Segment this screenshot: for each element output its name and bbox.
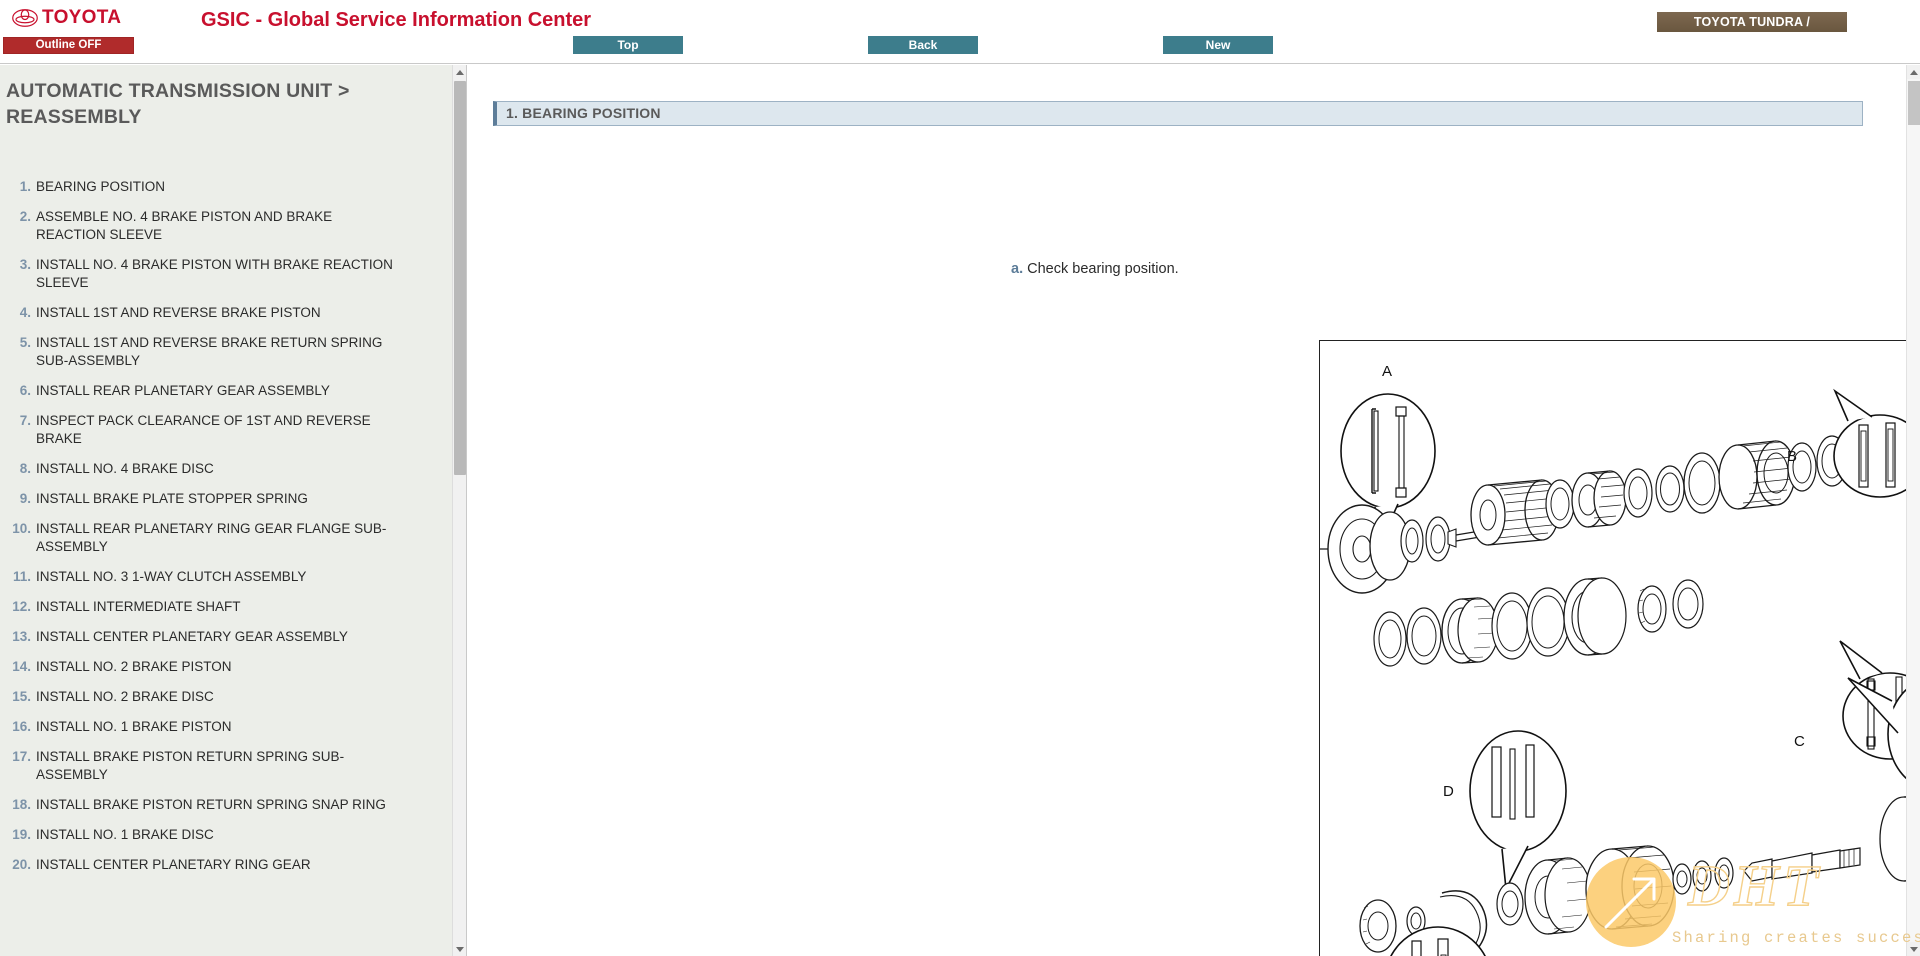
toc-item-number: 6. [19, 383, 31, 398]
toc-item-label: INSTALL NO. 3 1-WAY CLUTCH ASSEMBLY [36, 569, 307, 584]
toc-item-number: 18. [12, 797, 31, 812]
step-text: Check bearing position. [1027, 261, 1179, 277]
toc-item[interactable]: 20. INSTALL CENTER PLANETARY RING GEAR [0, 856, 455, 874]
main-scroll-up-icon[interactable] [1907, 65, 1920, 79]
procedure-step-list: 1. BEARING POSITION 2. ASSEMBLE NO. 4 BRAKE… [0, 178, 455, 886]
toc-item-label: INSTALL BRAKE PISTON RETURN SPRING SNAP … [36, 797, 386, 812]
sidebar-scroll-up-icon[interactable] [453, 65, 466, 79]
page-title: GSIC - Global Service Information Center [201, 9, 592, 31]
toc-item-number: 16. [12, 719, 31, 734]
toyota-ellipse-icon [12, 8, 38, 27]
toc-item-label: ASSEMBLE NO. 4 BRAKE PISTON AND BRAKE RE… [36, 209, 333, 242]
toc-item-number: 9. [19, 491, 31, 506]
toc-item[interactable]: 9. INSTALL BRAKE PLATE STOPPER SPRING [0, 490, 455, 508]
toc-item[interactable]: 18. INSTALL BRAKE PISTON RETURN SPRING SN… [0, 796, 455, 814]
app-header: TOYOTA Outline OFF GSIC - Global Service… [0, 0, 1920, 64]
toyota-wordmark: TOYOTA [42, 7, 122, 28]
toc-item-number: 13. [12, 629, 31, 644]
toc-item-label: INSTALL NO. 2 BRAKE PISTON [36, 659, 232, 674]
transmission-diagram-svg: A B C D [1320, 363, 1920, 956]
toc-item-number: 20. [12, 857, 31, 872]
toc-item-label: INSTALL NO. 2 BRAKE DISC [36, 689, 214, 704]
main-scrollbar[interactable] [1906, 65, 1920, 956]
toc-item[interactable]: 19. INSTALL NO. 1 BRAKE DISC [0, 826, 455, 844]
toc-item-label: INSTALL NO. 4 BRAKE DISC [36, 461, 214, 476]
toc-item-label: INSTALL INTERMEDIATE SHAFT [36, 599, 241, 614]
toc-item-number: 8. [19, 461, 31, 476]
svg-text:C: C [1794, 733, 1805, 750]
toc-item[interactable]: 10. INSTALL REAR PLANETARY RING GEAR FLAN… [0, 520, 455, 556]
sidebar-scroll-thumb[interactable] [454, 81, 466, 475]
toc-item[interactable]: 11. INSTALL NO. 3 1-WAY CLUTCH ASSEMBLY [0, 568, 455, 586]
toc-item-number: 1. [19, 179, 31, 194]
sidebar-scroll-down-icon[interactable] [453, 942, 466, 956]
toc-item-label: INSTALL BRAKE PISTON RETURN SPRING SUB-A… [36, 749, 345, 782]
toc-item[interactable]: 1. BEARING POSITION [0, 178, 455, 196]
toc-item-label: INSTALL 1ST AND REVERSE BRAKE RETURN SPR… [36, 335, 383, 368]
nav-back-button[interactable]: Back [868, 36, 978, 54]
toc-item[interactable]: 3. INSTALL NO. 4 BRAKE PISTON WITH BRAKE … [0, 256, 455, 292]
toc-item-label: INSTALL CENTER PLANETARY RING GEAR [36, 857, 311, 872]
nav-new-button[interactable]: New [1163, 36, 1273, 54]
toc-item[interactable]: 17. INSTALL BRAKE PISTON RETURN SPRING SU… [0, 748, 455, 784]
toc-item-label: INSTALL REAR PLANETARY RING GEAR FLANGE … [36, 521, 387, 554]
nav-top-button[interactable]: Top [573, 36, 683, 54]
sidebar-scrollbar[interactable] [452, 65, 466, 956]
outline-toggle-button[interactable]: Outline OFF [3, 37, 134, 54]
toc-item-number: 3. [19, 257, 31, 272]
main-scroll-thumb[interactable] [1908, 81, 1920, 125]
toc-item-number: 2. [19, 209, 31, 224]
toc-item-number: 7. [19, 413, 31, 428]
svg-text:B: B [1787, 448, 1797, 465]
toc-item[interactable]: 16. INSTALL NO. 1 BRAKE PISTON [0, 718, 455, 736]
toc-item-label: BEARING POSITION [36, 179, 166, 194]
toc-item-number: 11. [12, 569, 31, 584]
toc-item[interactable]: 7. INSPECT PACK CLEARANCE OF 1ST AND REVE… [0, 412, 455, 448]
toc-item[interactable]: 6. INSTALL REAR PLANETARY GEAR ASSEMBLY [0, 382, 455, 400]
svg-text:A: A [1382, 363, 1392, 380]
toc-item-number: 15. [12, 689, 31, 704]
toyota-logo: TOYOTA [12, 8, 121, 27]
toc-item[interactable]: 15. INSTALL NO. 2 BRAKE DISC [0, 688, 455, 706]
toc-item-number: 5. [19, 335, 31, 350]
step-letter: a. [1011, 261, 1024, 277]
vehicle-badge[interactable]: TOYOTA TUNDRA / [1657, 12, 1847, 32]
main-scroll-down-icon[interactable] [1907, 942, 1920, 956]
toc-item[interactable]: 8. INSTALL NO. 4 BRAKE DISC [0, 460, 455, 478]
toc-item[interactable]: 5. INSTALL 1ST AND REVERSE BRAKE RETURN S… [0, 334, 455, 370]
toc-item-label: INSTALL NO. 4 BRAKE PISTON WITH BRAKE RE… [36, 257, 393, 290]
sidebar-breadcrumb-title: AUTOMATIC TRANSMISSION UNIT > REASSEMBLY [6, 80, 350, 128]
toc-item[interactable]: 14. INSTALL NO. 2 BRAKE PISTON [0, 658, 455, 676]
toc-item[interactable]: 2. ASSEMBLE NO. 4 BRAKE PISTON AND BRAKE … [0, 208, 455, 244]
toc-item-number: 10. [12, 521, 31, 536]
toc-item-label: INSTALL REAR PLANETARY GEAR ASSEMBLY [36, 383, 330, 398]
step-instruction: a. Check bearing position. [1011, 261, 1179, 277]
toc-item[interactable]: 4. INSTALL 1ST AND REVERSE BRAKE PISTON [0, 304, 455, 322]
toc-item-label: INSTALL 1ST AND REVERSE BRAKE PISTON [36, 305, 321, 320]
assembly-row-2 [1373, 577, 1704, 667]
toc-item-number: 14. [12, 659, 31, 674]
section-heading: 1. BEARING POSITION [493, 101, 1863, 126]
toc-item-label: INSPECT PACK CLEARANCE OF 1ST AND REVERS… [36, 413, 371, 446]
toc-item-number: 19. [12, 827, 31, 842]
main-content: 1. BEARING POSITION a. Check bearing pos… [468, 65, 1920, 956]
toc-item[interactable]: 12. INSTALL INTERMEDIATE SHAFT [0, 598, 455, 616]
toc-item-number: 12. [12, 599, 31, 614]
exploded-view-figure: A B C D [1319, 340, 1920, 956]
toc-item-label: INSTALL NO. 1 BRAKE DISC [36, 827, 214, 842]
toc-item-number: 17. [12, 749, 31, 764]
svg-text:D: D [1443, 783, 1454, 800]
toc-item-number: 4. [19, 305, 31, 320]
toc-item-label: INSTALL BRAKE PLATE STOPPER SPRING [36, 491, 308, 506]
sidebar: AUTOMATIC TRANSMISSION UNIT > REASSEMBLY… [0, 65, 467, 956]
toc-item-label: INSTALL CENTER PLANETARY GEAR ASSEMBLY [36, 629, 348, 644]
toc-item[interactable]: 13. INSTALL CENTER PLANETARY GEAR ASSEMBL… [0, 628, 455, 646]
toc-item-label: INSTALL NO. 1 BRAKE PISTON [36, 719, 232, 734]
